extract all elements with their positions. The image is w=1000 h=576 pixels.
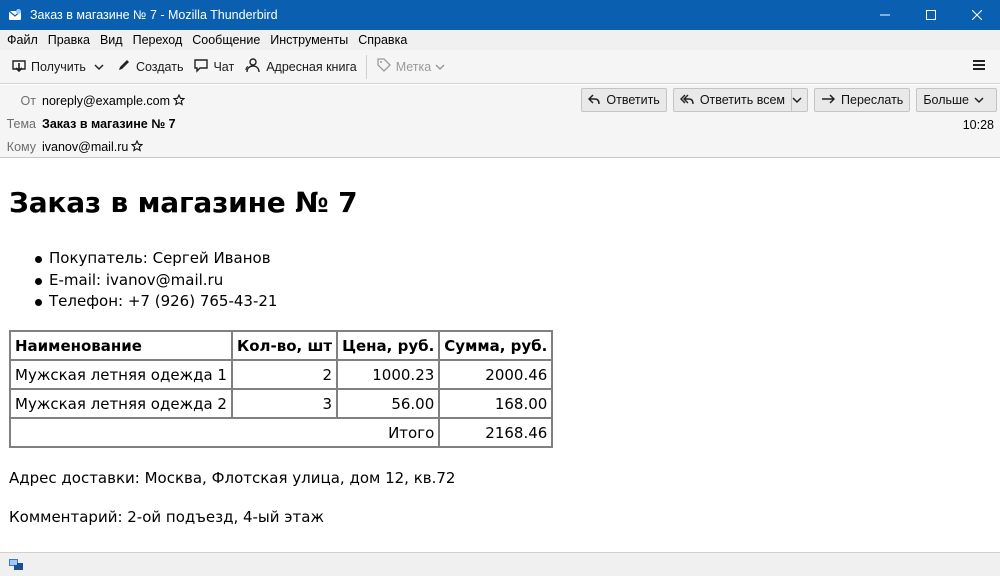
table-cell: Мужская летняя одежда 1 <box>10 360 232 389</box>
menu-edit[interactable]: Правка <box>43 33 95 47</box>
address-book-button[interactable]: Адресная книга <box>239 54 361 80</box>
subject-row: Тема Заказ в магазине № 7 <box>0 114 176 134</box>
get-mail-dropdown[interactable] <box>91 54 111 80</box>
customer-info-list: Покупатель: Сергей Иванов E-mail: ivanov… <box>9 248 277 313</box>
star-icon[interactable] <box>131 139 144 155</box>
tag-label: Метка <box>395 59 432 74</box>
table-cell: 56.00 <box>337 389 440 418</box>
table-cell: 1000.23 <box>337 360 440 389</box>
column-header: Наименование <box>10 331 232 360</box>
pencil-icon <box>116 57 136 76</box>
network-status-icon[interactable] <box>8 558 24 575</box>
to-row: Кому ivanov@mail.ru <box>0 137 144 157</box>
header-actions: Ответить Ответить всем Переслать Больше <box>575 88 997 112</box>
total-value: 2168.46 <box>439 418 553 447</box>
thunderbird-icon <box>8 8 22 22</box>
to-value[interactable]: ivanov@mail.ru <box>42 140 128 154</box>
reply-all-icon <box>679 93 700 108</box>
message-time: 10:28 <box>962 118 994 132</box>
forward-button[interactable]: Переслать <box>814 88 911 112</box>
get-mail-button[interactable]: Получить <box>6 54 91 80</box>
get-mail-label: Получить <box>31 59 86 74</box>
table-cell: 2000.46 <box>439 360 553 389</box>
menu-tools[interactable]: Инструменты <box>265 33 353 47</box>
delivery-address: Адрес доставки: Москва, Флотская улица, … <box>9 469 456 487</box>
message-header: От noreply@example.com Тема Заказ в мага… <box>0 85 1000 158</box>
chevron-down-icon <box>974 93 990 107</box>
table-cell: Мужская летняя одежда 2 <box>10 389 232 418</box>
reply-button[interactable]: Ответить <box>581 88 667 112</box>
maximize-icon[interactable] <box>908 0 954 30</box>
forward-label: Переслать <box>841 93 904 107</box>
main-toolbar: Получить Создать Чат Адресная книга Метк… <box>0 50 1000 84</box>
subject-label: Тема <box>6 117 36 131</box>
address-book-label: Адресная книга <box>266 59 357 74</box>
order-table: Наименование Кол-во, шт Цена, руб. Сумма… <box>9 330 554 448</box>
title-bar: Заказ в магазине № 7 - Mozilla Thunderbi… <box>0 0 1000 30</box>
chevron-down-icon <box>94 60 108 74</box>
contacts-icon <box>244 57 266 76</box>
list-item: Покупатель: Сергей Иванов <box>9 248 277 270</box>
total-label: Итого <box>10 418 440 447</box>
message-heading: Заказ в магазине № 7 <box>9 186 358 219</box>
close-icon[interactable] <box>954 0 1000 30</box>
status-bar <box>0 552 1000 576</box>
chevron-down-icon <box>435 60 449 74</box>
app-menu-icon[interactable] <box>972 58 986 74</box>
forward-icon <box>821 93 841 108</box>
reply-all-split: Ответить всем <box>672 88 809 112</box>
reply-all-dropdown[interactable] <box>791 88 809 112</box>
menu-file[interactable]: Файл <box>2 33 43 47</box>
menu-bar: Файл Правка Вид Переход Сообщение Инстру… <box>0 30 1000 50</box>
more-button[interactable]: Больше <box>916 88 997 112</box>
table-total-row: Итого 2168.46 <box>10 418 553 447</box>
write-button[interactable]: Создать <box>111 54 189 80</box>
chat-label: Чат <box>213 59 235 74</box>
menu-message[interactable]: Сообщение <box>187 33 265 47</box>
write-label: Создать <box>135 59 184 74</box>
tag-button[interactable]: Метка <box>371 54 455 80</box>
table-row: Мужская летняя одежда 2 3 56.00 168.00 <box>10 389 553 418</box>
table-header-row: Наименование Кол-во, шт Цена, руб. Сумма… <box>10 331 553 360</box>
chat-button[interactable]: Чат <box>188 54 239 80</box>
from-value[interactable]: noreply@example.com <box>42 94 170 108</box>
from-row: От noreply@example.com <box>0 91 186 111</box>
reply-label: Ответить <box>606 93 660 107</box>
column-header: Сумма, руб. <box>439 331 553 360</box>
toolbar-divider <box>365 54 367 79</box>
list-item: E-mail: ivanov@mail.ru <box>9 270 277 292</box>
menu-view[interactable]: Вид <box>95 33 128 47</box>
tag-icon <box>376 57 396 76</box>
menu-help[interactable]: Справка <box>353 33 412 47</box>
table-cell: 2 <box>231 360 338 389</box>
list-item: Телефон: +7 (926) 765-43-21 <box>9 291 277 313</box>
reply-all-button[interactable]: Ответить всем <box>672 88 793 112</box>
column-header: Кол-во, шт <box>231 331 338 360</box>
reply-all-label: Ответить всем <box>699 93 786 107</box>
table-cell: 168.00 <box>439 389 553 418</box>
more-label: Больше <box>923 93 969 107</box>
chat-bubble-icon <box>193 57 213 76</box>
download-icon <box>11 57 31 76</box>
minimize-icon[interactable] <box>862 0 908 30</box>
star-icon[interactable] <box>172 93 186 109</box>
table-cell: 3 <box>231 389 338 418</box>
reply-icon <box>588 93 606 108</box>
column-header: Цена, руб. <box>337 331 440 360</box>
menu-go[interactable]: Переход <box>128 33 188 47</box>
order-comment: Комментарий: 2-ой подъезд, 4-ый этаж <box>9 508 324 526</box>
chevron-down-icon <box>791 93 808 107</box>
from-label: От <box>20 94 36 108</box>
to-label: Кому <box>6 140 36 154</box>
window-title: Заказ в магазине № 7 - Mozilla Thunderbi… <box>30 8 278 22</box>
subject-value: Заказ в магазине № 7 <box>42 117 176 131</box>
table-row: Мужская летняя одежда 1 2 1000.23 2000.4… <box>10 360 553 389</box>
